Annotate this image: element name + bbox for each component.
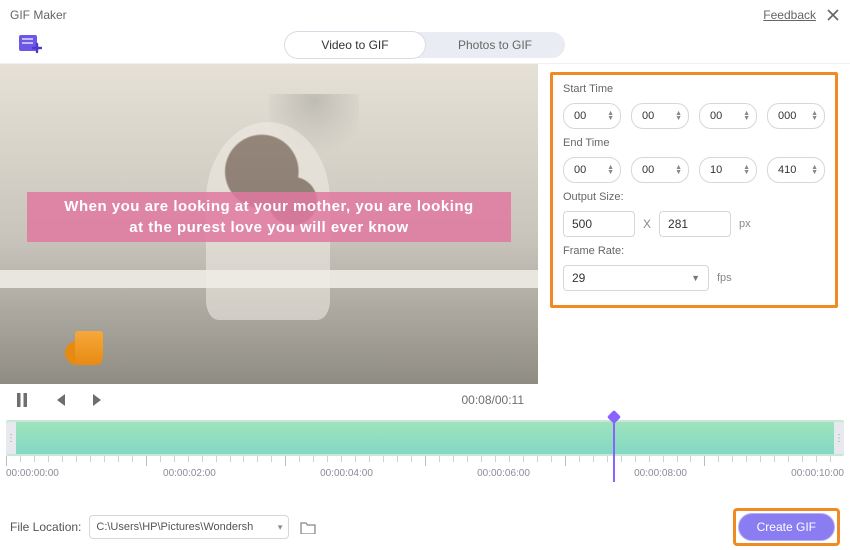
start-ms-stepper[interactable]: 000▲▼	[767, 103, 825, 129]
range-end-handle[interactable]: ⋮	[834, 422, 844, 454]
output-size-label: Output Size:	[563, 191, 825, 203]
stepper-arrows-icon[interactable]: ▲▼	[811, 111, 818, 121]
frame-rate-label: Frame Rate:	[563, 245, 825, 257]
end-hh-stepper[interactable]: 00▲▼	[563, 157, 621, 183]
end-ss-stepper[interactable]: 10▲▼	[699, 157, 757, 183]
gif-settings-panel: Start Time 00▲▼ 00▲▼ 00▲▼ 000▲▼ End Time…	[550, 72, 838, 308]
ruler-label: 00:00:10:00	[791, 468, 844, 479]
mode-tabswitch: Video to GIF Photos to GIF	[285, 32, 565, 58]
chevron-down-icon: ▾	[278, 522, 283, 533]
create-gif-button[interactable]: Create GIF	[738, 513, 835, 541]
playback-time: 00:08/00:11	[461, 393, 524, 407]
ruler-label: 00:00:00:00	[6, 468, 59, 479]
stepper-arrows-icon[interactable]: ▲▼	[743, 111, 750, 121]
stepper-arrows-icon[interactable]: ▲▼	[607, 165, 614, 175]
ruler-label: 00:00:04:00	[320, 468, 373, 479]
ruler-label: 00:00:08:00	[634, 468, 687, 479]
chevron-down-icon: ▼	[691, 273, 700, 283]
start-mm-stepper[interactable]: 00▲▼	[631, 103, 689, 129]
time-ruler: 00:00:00:00 00:00:02:00 00:00:04:00 00:00:0…	[6, 456, 844, 486]
stepper-arrows-icon[interactable]: ▲▼	[675, 165, 682, 175]
feedback-link[interactable]: Feedback	[763, 8, 816, 22]
app-logo-icon	[10, 32, 50, 58]
stepper-arrows-icon[interactable]: ▲▼	[607, 111, 614, 121]
file-location-label: File Location:	[10, 520, 81, 534]
range-start-handle[interactable]: ⋮	[6, 422, 16, 454]
output-width-input[interactable]: 500	[563, 211, 635, 237]
clip-range-timeline[interactable]: ⋮ ⋮	[6, 420, 844, 456]
file-location-select[interactable]: C:\Users\HP\Pictures\Wondersh ▾	[89, 515, 289, 539]
start-hh-stepper[interactable]: 00▲▼	[563, 103, 621, 129]
pause-icon[interactable]	[14, 392, 30, 408]
ruler-label: 00:00:02:00	[163, 468, 216, 479]
end-time-label: End Time	[563, 137, 825, 149]
end-mm-stepper[interactable]: 00▲▼	[631, 157, 689, 183]
fps-unit: fps	[717, 272, 732, 284]
stepper-arrows-icon[interactable]: ▲▼	[675, 111, 682, 121]
next-frame-icon[interactable]	[90, 392, 106, 408]
end-ms-stepper[interactable]: 410▲▼	[767, 157, 825, 183]
stepper-arrows-icon[interactable]: ▲▼	[811, 165, 818, 175]
video-subtitle: When you are looking at your mother, you…	[27, 192, 511, 242]
px-unit: px	[739, 218, 751, 230]
video-preview[interactable]: When you are looking at your mother, you…	[0, 64, 538, 384]
window-title: GIF Maker	[10, 8, 67, 22]
stepper-arrows-icon[interactable]: ▲▼	[743, 165, 750, 175]
video-player: When you are looking at your mother, you…	[0, 64, 538, 416]
ruler-label: 00:00:06:00	[477, 468, 530, 479]
tab-video-to-gif[interactable]: Video to GIF	[285, 32, 425, 58]
prev-frame-icon[interactable]	[52, 392, 68, 408]
start-time-label: Start Time	[563, 83, 825, 95]
frame-rate-select[interactable]: 29 ▼	[563, 265, 709, 291]
start-ss-stepper[interactable]: 00▲▼	[699, 103, 757, 129]
tab-photos-to-gif[interactable]: Photos to GIF	[425, 32, 565, 58]
close-icon[interactable]	[826, 8, 840, 22]
output-height-input[interactable]: 281	[659, 211, 731, 237]
size-multiply-icon: X	[643, 217, 651, 231]
open-folder-icon[interactable]	[297, 516, 319, 538]
